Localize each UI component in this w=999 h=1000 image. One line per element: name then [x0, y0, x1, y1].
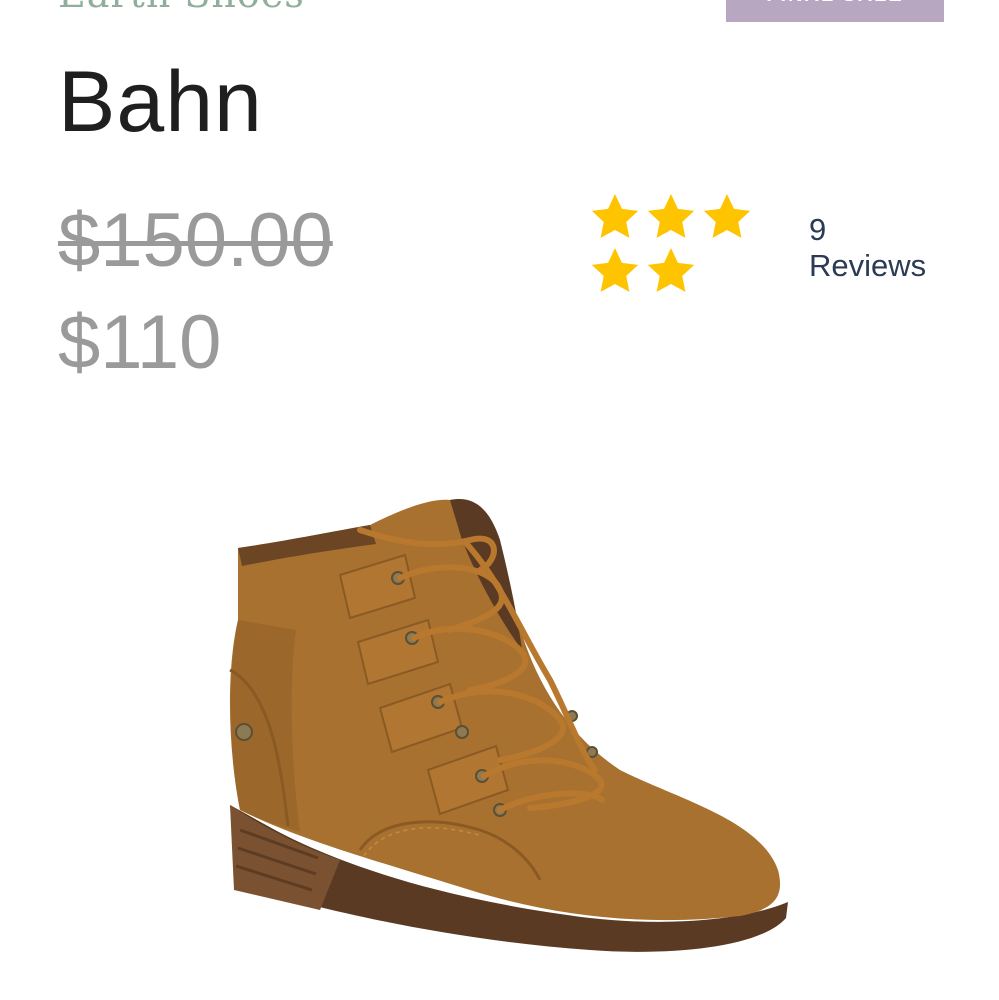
star-icon: [644, 190, 700, 244]
sale-price: $110: [58, 300, 222, 385]
original-price: $150.00: [58, 198, 333, 283]
star-icon: [588, 244, 644, 298]
final-sale-badge: FINAL SALE: [726, 0, 944, 22]
brand-name[interactable]: Earth Shoes: [58, 0, 305, 16]
star-icon: [700, 190, 756, 244]
review-count-link[interactable]: 9 Reviews: [809, 212, 926, 284]
product-page: Earth Shoes FINAL SALE Bahn $150.00 $110…: [0, 0, 999, 1000]
product-image[interactable]: [200, 470, 820, 990]
review-count-number: 9: [809, 212, 827, 247]
boot-illustration: [229, 499, 788, 952]
star-icon: [588, 190, 644, 244]
star-icon: [644, 244, 700, 298]
product-title: Bahn: [58, 54, 263, 150]
star-rating[interactable]: [588, 190, 760, 298]
review-count-label: Reviews: [809, 248, 927, 283]
stars-container: [588, 190, 760, 298]
